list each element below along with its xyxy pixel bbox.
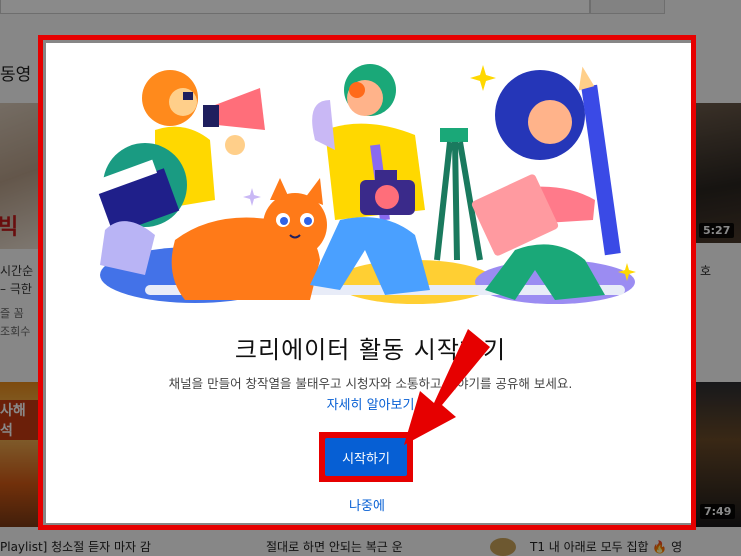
later-button[interactable]: 나중에 bbox=[320, 494, 414, 514]
dialog-title: 크리에이터 활동 시작하기 bbox=[234, 336, 507, 364]
dialog-description: 채널을 만들어 창작열을 불태우고 시청자와 소통하고 이야기를 공유해 보세요… bbox=[168, 376, 573, 391]
annotation-arrow-icon bbox=[404, 329, 490, 445]
learn-more-link[interactable]: 자세히 알아보기 bbox=[0, 394, 741, 413]
creators-illustration bbox=[86, 64, 636, 304]
